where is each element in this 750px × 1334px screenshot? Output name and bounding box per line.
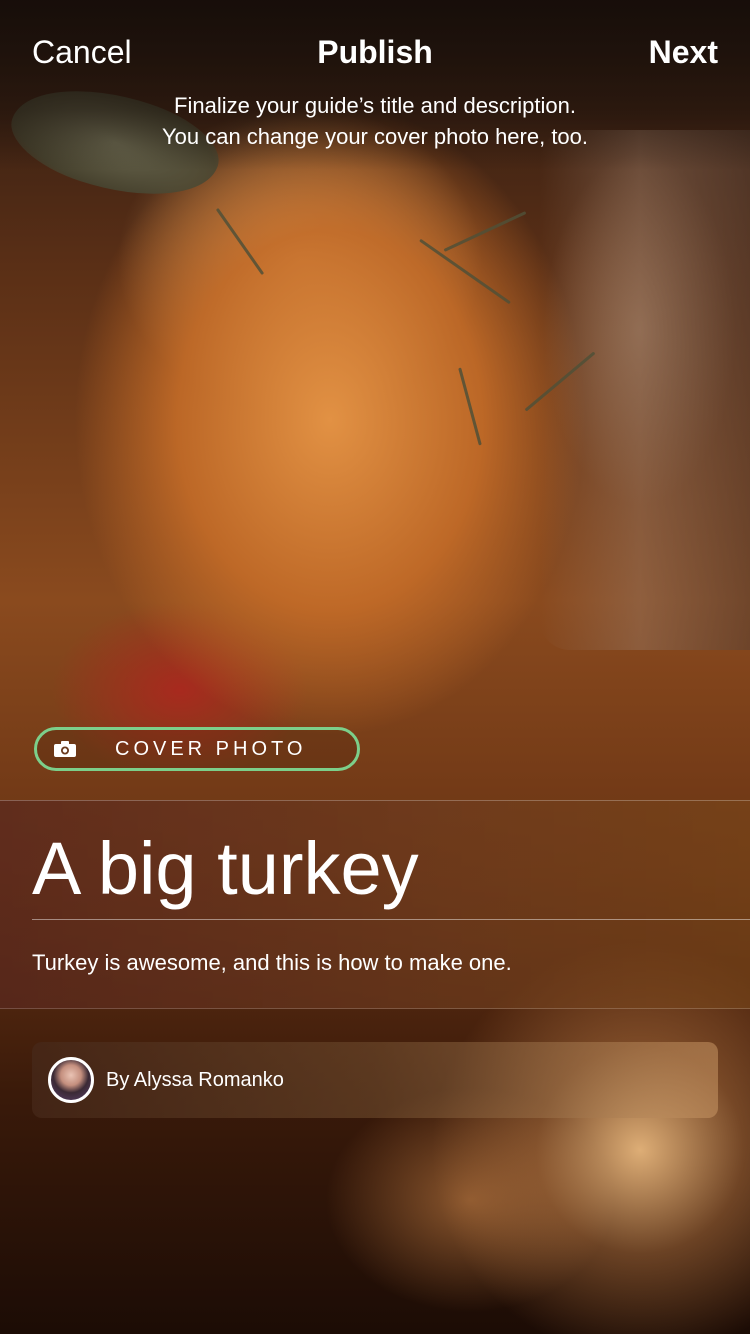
camera-icon	[53, 740, 77, 758]
author-byline: By Alyssa Romanko	[32, 1042, 718, 1118]
avatar	[48, 1057, 94, 1103]
rosemary-sprig-shape	[215, 207, 265, 276]
author-name: By Alyssa Romanko	[106, 1068, 284, 1091]
publish-screen: Cancel Publish Next Finalize your guide’…	[0, 0, 750, 1334]
page-title: Publish	[317, 34, 433, 70]
rosemary-sprig-shape	[419, 238, 511, 305]
cover-photo-background	[0, 0, 750, 1334]
instructions-line-2: You can change your cover photo here, to…	[161, 124, 589, 149]
pan-shape	[540, 130, 750, 650]
instructions-text: Finalize your guide’s title and descript…	[0, 90, 750, 152]
next-button[interactable]: Next	[649, 30, 718, 74]
cover-photo-button[interactable]: COVER PHOTO	[34, 727, 360, 771]
guide-description-field[interactable]: Turkey is awesome, and this is how to ma…	[32, 947, 512, 979]
guide-details-panel: A big turkey Turkey is awesome, and this…	[0, 800, 750, 1009]
title-divider	[32, 919, 750, 920]
instructions-line-1: Finalize your guide’s title and descript…	[174, 93, 576, 118]
rosemary-sprig-shape	[458, 367, 482, 446]
nav-header: Cancel Publish Next Finalize your guide’…	[0, 0, 750, 160]
guide-title-field[interactable]: A big turkey	[32, 823, 419, 915]
cover-photo-label: COVER PHOTO	[115, 737, 307, 760]
rosemary-sprig-shape	[443, 211, 527, 252]
